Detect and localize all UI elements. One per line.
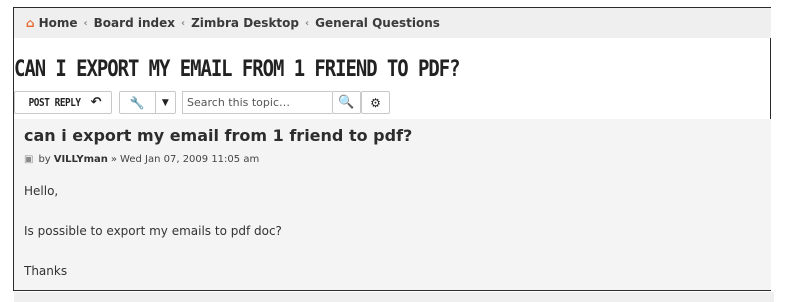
search-topic-input[interactable] — [182, 91, 332, 114]
topic-tools-button[interactable]: 🔧 ▼ — [119, 91, 176, 114]
file-icon[interactable]: ▣ — [24, 154, 33, 165]
post-date-separator: » — [110, 154, 118, 165]
post-by-label: by — [38, 154, 51, 165]
breadcrumb-home[interactable]: ⌂ Home — [26, 16, 78, 30]
post-body: Hello, Is possible to export my emails t… — [24, 181, 282, 301]
post-author[interactable]: VILLYman — [54, 154, 108, 165]
post-body-line: Hello, — [24, 184, 59, 198]
breadcrumb-general-questions[interactable]: General Questions — [315, 16, 440, 30]
post-body-line: Is possible to export my emails to pdf d… — [24, 224, 282, 238]
gear-icon: ⚙ — [370, 95, 381, 110]
post-body-line: Thanks — [24, 264, 68, 278]
breadcrumb-separator: ‹ — [180, 17, 186, 29]
search-icon: 🔍 — [338, 95, 355, 110]
bottom-strip — [14, 292, 774, 302]
breadcrumb-home-label[interactable]: Home — [39, 16, 78, 30]
caret-down-icon[interactable]: ▼ — [156, 98, 175, 108]
post: can i export my email from 1 friend to p… — [14, 119, 771, 290]
search-button[interactable]: 🔍 — [332, 91, 361, 114]
topic-title[interactable]: CAN I EXPORT MY EMAIL FROM 1 FRIEND TO P… — [14, 57, 460, 82]
advanced-search-button[interactable]: ⚙ — [361, 91, 390, 114]
post-title[interactable]: can i export my email from 1 friend to p… — [24, 126, 412, 145]
reply-icon: ↶ — [90, 95, 102, 110]
post-meta: ▣ by VILLYman » Wed Jan 07, 2009 11:05 a… — [24, 154, 259, 165]
post-reply-button[interactable]: POST REPLY ↶ — [14, 91, 112, 114]
breadcrumb-separator: ‹ — [305, 17, 310, 29]
wrench-icon: 🔧 — [129, 95, 145, 110]
breadcrumb-board-index[interactable]: Board index — [94, 16, 175, 30]
breadcrumb-zimbra-desktop[interactable]: Zimbra Desktop — [191, 16, 299, 30]
breadcrumb-separator: ‹ — [83, 17, 88, 29]
post-date: Wed Jan 07, 2009 11:05 am — [120, 154, 260, 165]
home-icon: ⌂ — [26, 16, 35, 30]
breadcrumb: ⌂ Home ‹ Board index ‹ Zimbra Desktop ‹ … — [14, 8, 771, 38]
post-reply-label: POST REPLY — [29, 96, 82, 109]
